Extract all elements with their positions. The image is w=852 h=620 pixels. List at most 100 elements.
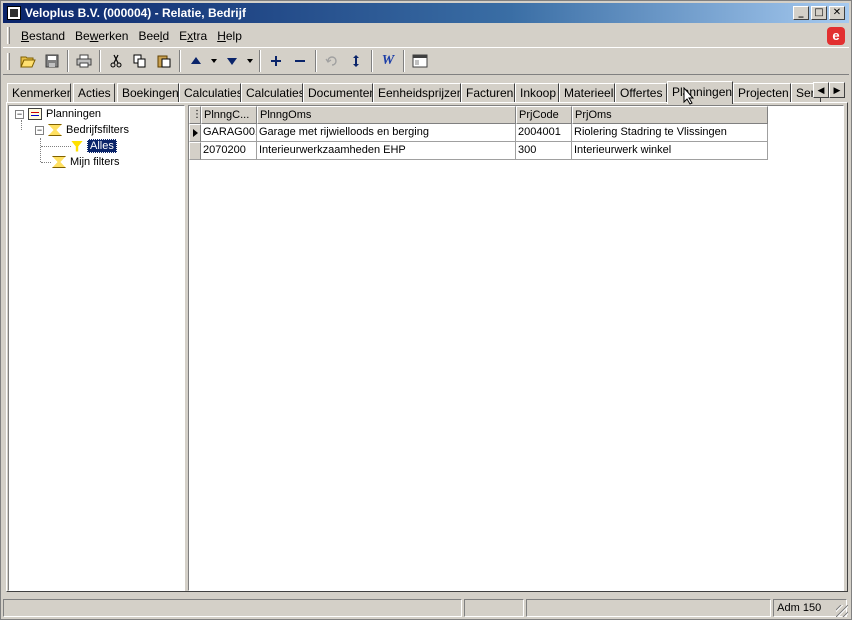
tree-node-bedrijfsfilters[interactable]: − Bedrijfsfilters [35,122,129,138]
menu-bar: Bestand Bewerken Beeld Extra Help e [3,25,849,46]
mouse-cursor-icon [683,87,695,105]
open-folder-icon[interactable] [17,50,39,72]
copy-icon[interactable] [129,50,151,72]
resize-grip-handle[interactable] [836,605,848,617]
status-panel [525,599,772,617]
window-icon[interactable] [409,50,431,72]
tab-materieel[interactable]: Materieel [559,83,615,103]
refresh-icon[interactable] [345,50,367,72]
tree-node-planningen[interactable]: − Planningen [15,106,101,122]
current-row-icon [193,129,198,137]
undo-icon[interactable] [321,50,343,72]
menu-extra[interactable]: Extra [174,29,212,43]
tab-calculaties[interactable]: Calculaties [179,83,241,103]
menu-grip-handle[interactable] [7,27,10,44]
close-button[interactable]: ✕ [829,6,845,20]
dropdown-icon[interactable] [209,50,219,72]
word-icon-glyph: W [381,53,395,68]
menu-label-part: tra [193,28,208,43]
app-icon[interactable] [7,6,21,20]
table-row[interactable]: 2070200 Interieurwerkzaamheden EHP 300 I… [189,142,768,160]
toolbar-separator [403,50,405,72]
filter-icon [71,140,83,152]
tree-node-label: Alles [87,139,117,153]
word-icon[interactable]: W [377,50,399,72]
filter-group-icon [48,124,62,136]
menu-beeld[interactable]: Beeld [133,29,174,43]
tab-planningen[interactable]: Planningen [667,81,733,104]
tab-facturen[interactable]: Facturen [461,83,515,103]
tree-node-label: Planningen [46,108,102,120]
title-bar[interactable]: Veloplus B.V. (000004) - Relatie, Bedrij… [3,3,849,23]
minimize-button[interactable]: _ [793,6,809,20]
menu-bestand[interactable]: Bestand [16,29,70,43]
remove-icon[interactable] [289,50,311,72]
tree-node-mijn-filters[interactable]: Mijn filters [52,154,120,170]
tab-calculaties-2[interactable]: Calculaties [241,83,303,103]
tab-offertes[interactable]: Offertes [615,83,667,103]
menu-label-part: Be [75,28,90,43]
tree-node-label: Mijn filters [70,156,120,168]
save-icon[interactable] [41,50,63,72]
tab-documenten[interactable]: Documenten [303,83,373,103]
menu-help[interactable]: Help [212,29,247,43]
toolbar-grip-handle[interactable] [7,52,10,70]
menu-bewerken[interactable]: Bewerken [70,29,133,43]
table-cell[interactable]: 2004001 [516,124,572,142]
toolbar-separator [99,50,101,72]
table-cell[interactable]: Garage met rijwielloods en berging [257,124,516,142]
tab-boekingen[interactable]: Boekingen [117,83,179,103]
tab-inkoop[interactable]: Inkoop [515,83,559,103]
table-cell[interactable]: Riolering Stadring te Vlissingen [572,124,768,142]
toolbar: W [3,47,849,75]
column-header-plnngoms[interactable]: PlnngOms [257,106,516,124]
print-icon[interactable] [73,50,95,72]
toolbar-separator [67,50,69,72]
application-window: Veloplus B.V. (000004) - Relatie, Bedrij… [0,0,852,620]
down-arrow-icon[interactable] [221,50,243,72]
dropdown-icon[interactable] [245,50,255,72]
collapse-icon[interactable]: − [15,109,24,119]
menu-label-part: erken [98,28,129,43]
grid-header: ⋮ PlnngC... PlnngOms PrjCode PrjOms [189,106,768,124]
planning-icon [28,108,42,120]
collapse-icon[interactable]: − [35,125,44,135]
table-cell[interactable]: Interieurwerkzaamheden EHP [257,142,516,160]
filter-group-icon [52,156,66,168]
column-chooser-icon[interactable]: ⋮ [189,106,201,124]
table-row[interactable]: GARAG001 Garage met rijwielloods en berg… [189,124,768,142]
menu-label-part: estand [29,28,66,43]
status-panel [463,599,524,617]
tree-connector [40,138,41,162]
paste-icon[interactable] [153,50,175,72]
tree-node-alles[interactable]: Alles [71,138,117,154]
add-icon[interactable] [265,50,287,72]
row-indicator[interactable] [189,142,201,160]
table-cell[interactable]: 300 [516,142,572,160]
tab-kenmerken[interactable]: Kenmerken [7,83,71,103]
toolbar-separator [371,50,373,72]
table-cell[interactable]: Interieurwerk winkel [572,142,768,160]
table-cell[interactable]: GARAG001 [201,124,257,142]
filter-tree[interactable]: − Planningen − Bedrijfsfilters Alles Mij… [8,105,185,591]
tab-scroll-left-icon[interactable]: ◀ [813,82,829,98]
table-cell[interactable]: 2070200 [201,142,257,160]
tab-scroll-right-icon[interactable]: ▶ [829,82,845,98]
tree-node-label: Bedrijfsfilters [66,124,129,136]
maximize-button[interactable]: □ [811,6,827,20]
planning-grid[interactable]: ⋮ PlnngC... PlnngOms PrjCode PrjOms GARA… [188,105,844,591]
tree-connector [41,162,51,163]
cut-icon[interactable] [105,50,127,72]
row-indicator[interactable] [189,124,201,142]
column-header-prjoms[interactable]: PrjOms [572,106,768,124]
column-header-prjcode[interactable]: PrjCode [516,106,572,124]
brand-logo-icon[interactable]: e [827,27,845,45]
tab-eenheidsprijzen[interactable]: Eenheidsprijzen [373,83,461,103]
toolbar-separator [179,50,181,72]
menu-mnemonic: H [217,28,226,43]
tab-projecten[interactable]: Projecten [733,83,791,103]
tab-acties[interactable]: Acties [73,83,115,103]
tab-strip: Kenmerken Acties Boekingen Calculaties C… [7,81,847,104]
up-arrow-icon[interactable] [185,50,207,72]
column-header-plnngcode[interactable]: PlnngC... [201,106,257,124]
